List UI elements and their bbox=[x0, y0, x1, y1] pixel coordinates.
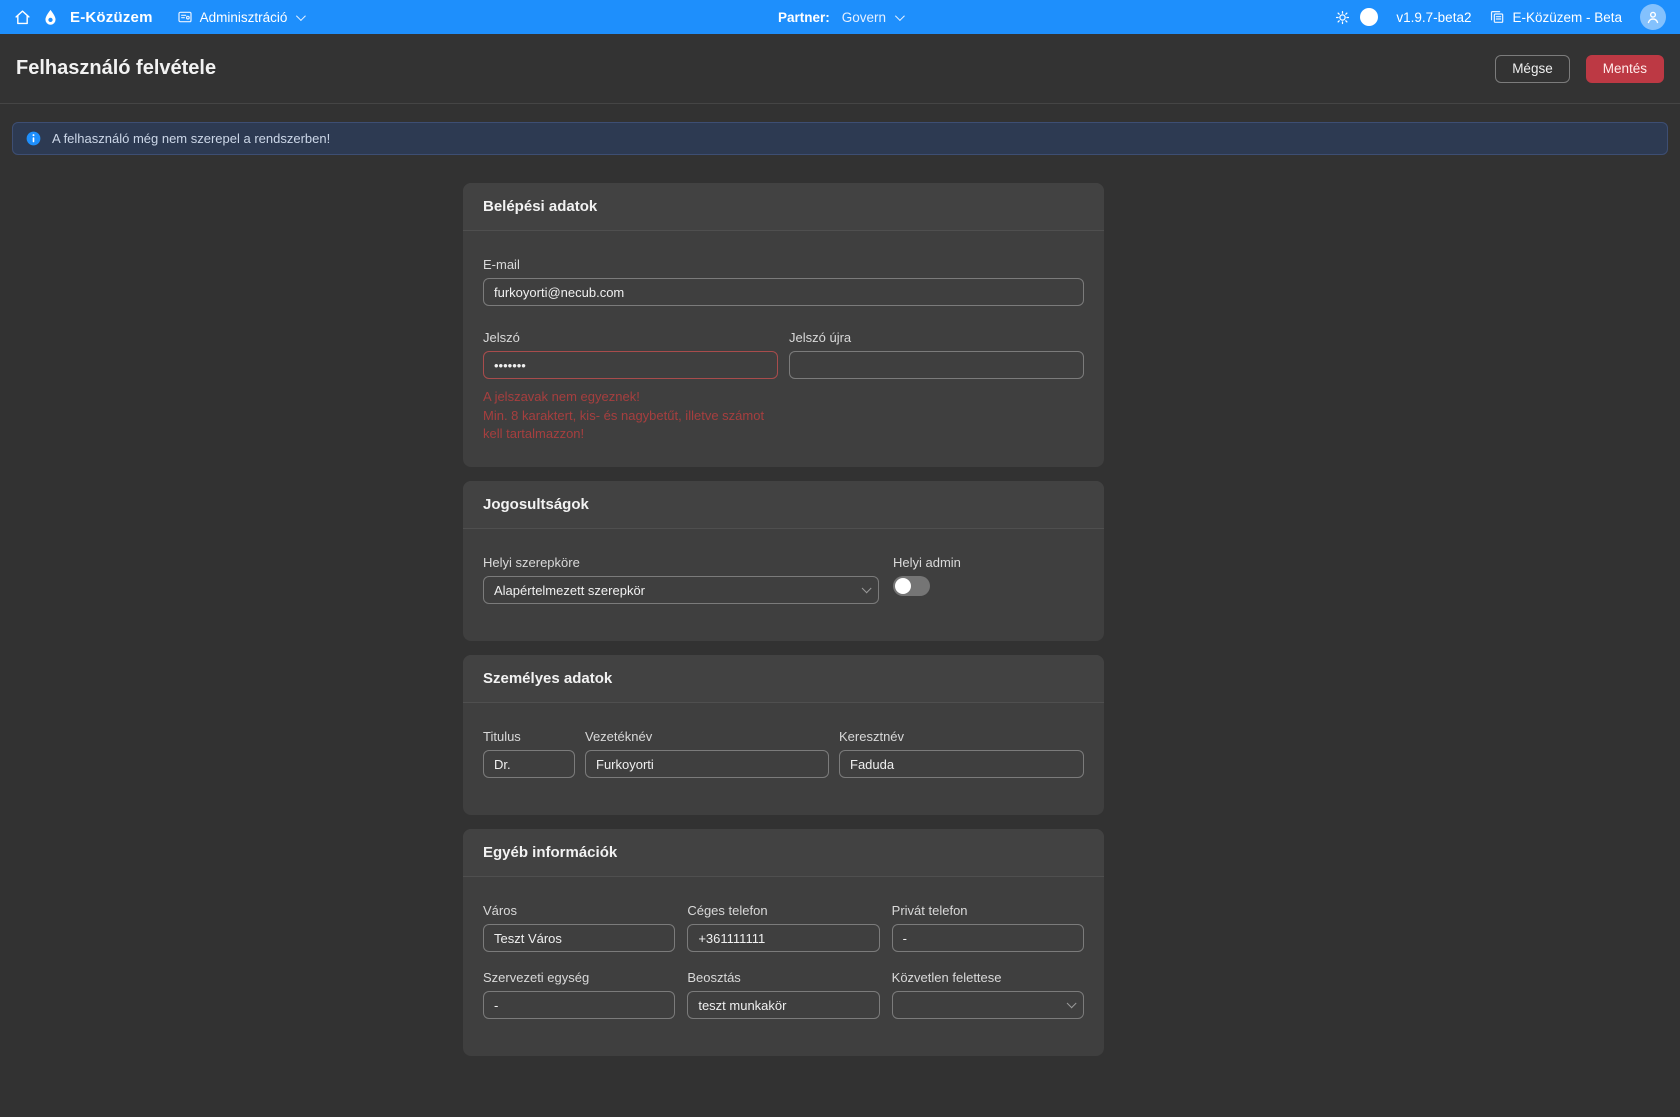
lastname-label: Vezetéknév bbox=[585, 729, 829, 744]
position-label: Beosztás bbox=[687, 970, 879, 985]
position-input[interactable] bbox=[687, 991, 879, 1019]
form-container: Belépési adatok E-mail Jelszó A jelszava… bbox=[463, 183, 1104, 1056]
password-label: Jelszó bbox=[483, 330, 778, 345]
password-error-requirements: Min. 8 karaktert, kis- és nagybetűt, ill… bbox=[483, 407, 778, 443]
partner-value: Govern bbox=[842, 10, 886, 25]
partner-select[interactable]: Govern bbox=[842, 10, 902, 25]
titulus-input[interactable] bbox=[483, 750, 575, 778]
administration-icon bbox=[177, 9, 193, 25]
email-label: E-mail bbox=[483, 257, 1084, 272]
brand-name: E-Közüzem bbox=[70, 9, 153, 26]
local-admin-label: Helyi admin bbox=[893, 555, 1084, 570]
section-title: Belépési adatok bbox=[463, 183, 1104, 231]
work-phone-label: Céges telefon bbox=[687, 903, 879, 918]
info-banner-text: A felhasználó még nem szerepel a rendsze… bbox=[52, 131, 330, 146]
environment-icon bbox=[1489, 9, 1505, 25]
password-error-mismatch: A jelszavak nem egyeznek! bbox=[483, 388, 778, 406]
supervisor-label: Közvetlen felettese bbox=[892, 970, 1084, 985]
password-input[interactable] bbox=[483, 351, 778, 379]
section-title: Egyéb információk bbox=[463, 829, 1104, 877]
local-role-value: Alapértelmezett szerepkör bbox=[494, 583, 645, 598]
lastname-input[interactable] bbox=[585, 750, 829, 778]
section-other-info: Egyéb információk Város Céges telefon Pr… bbox=[463, 829, 1104, 1056]
page-header: Felhasználó felvétele Mégse Mentés bbox=[0, 34, 1680, 104]
theme-toggle[interactable] bbox=[1360, 8, 1378, 26]
section-login-data: Belépési adatok E-mail Jelszó A jelszava… bbox=[463, 183, 1104, 467]
chevron-down-icon bbox=[296, 11, 306, 21]
work-phone-input[interactable] bbox=[687, 924, 879, 952]
password-again-input[interactable] bbox=[789, 351, 1084, 379]
avatar[interactable] bbox=[1640, 4, 1666, 30]
org-unit-label: Szervezeti egység bbox=[483, 970, 675, 985]
section-title: Jogosultságok bbox=[463, 481, 1104, 529]
local-role-label: Helyi szerepköre bbox=[483, 555, 879, 570]
local-role-select[interactable]: Alapértelmezett szerepkör bbox=[483, 576, 879, 604]
section-title: Személyes adatok bbox=[463, 655, 1104, 703]
private-phone-input[interactable] bbox=[892, 924, 1084, 952]
chevron-down-icon bbox=[1067, 998, 1077, 1008]
org-unit-input[interactable] bbox=[483, 991, 675, 1019]
supervisor-select[interactable] bbox=[892, 991, 1084, 1019]
password-error-messages: A jelszavak nem egyeznek! Min. 8 karakte… bbox=[483, 388, 778, 443]
sun-icon bbox=[1335, 10, 1350, 25]
environment-select[interactable]: E-Közüzem - Beta bbox=[1489, 9, 1622, 25]
city-label: Város bbox=[483, 903, 675, 918]
local-admin-toggle[interactable] bbox=[893, 576, 930, 596]
top-navigation-bar: E-Közüzem Adminisztráció Partner: Govern… bbox=[0, 0, 1680, 34]
section-personal-data: Személyes adatok Titulus Vezetéknév Kere… bbox=[463, 655, 1104, 815]
chevron-down-icon bbox=[862, 583, 872, 593]
firstname-label: Keresztnév bbox=[839, 729, 1084, 744]
page-title: Felhasználó felvétele bbox=[16, 57, 216, 80]
save-button[interactable]: Mentés bbox=[1586, 55, 1664, 83]
app-logo-drop-icon bbox=[41, 8, 60, 27]
firstname-input[interactable] bbox=[839, 750, 1084, 778]
cancel-button[interactable]: Mégse bbox=[1495, 55, 1570, 83]
city-input[interactable] bbox=[483, 924, 675, 952]
email-input[interactable] bbox=[483, 278, 1084, 306]
home-icon[interactable] bbox=[14, 9, 31, 26]
private-phone-label: Privát telefon bbox=[892, 903, 1084, 918]
content-area: A felhasználó még nem szerepel a rendsze… bbox=[0, 104, 1680, 1056]
info-icon bbox=[26, 131, 41, 146]
section-permissions: Jogosultságok Helyi szerepköre Alapértel… bbox=[463, 481, 1104, 641]
nav-administration[interactable]: Adminisztráció bbox=[177, 9, 304, 25]
version-label: v1.9.7-beta2 bbox=[1396, 10, 1471, 25]
environment-label: E-Közüzem - Beta bbox=[1512, 10, 1622, 25]
toggle-knob bbox=[895, 578, 911, 594]
password-again-label: Jelszó újra bbox=[789, 330, 1084, 345]
titulus-label: Titulus bbox=[483, 729, 575, 744]
info-banner: A felhasználó még nem szerepel a rendsze… bbox=[12, 122, 1668, 155]
administration-label: Adminisztráció bbox=[200, 10, 288, 25]
partner-label: Partner: bbox=[778, 10, 830, 25]
